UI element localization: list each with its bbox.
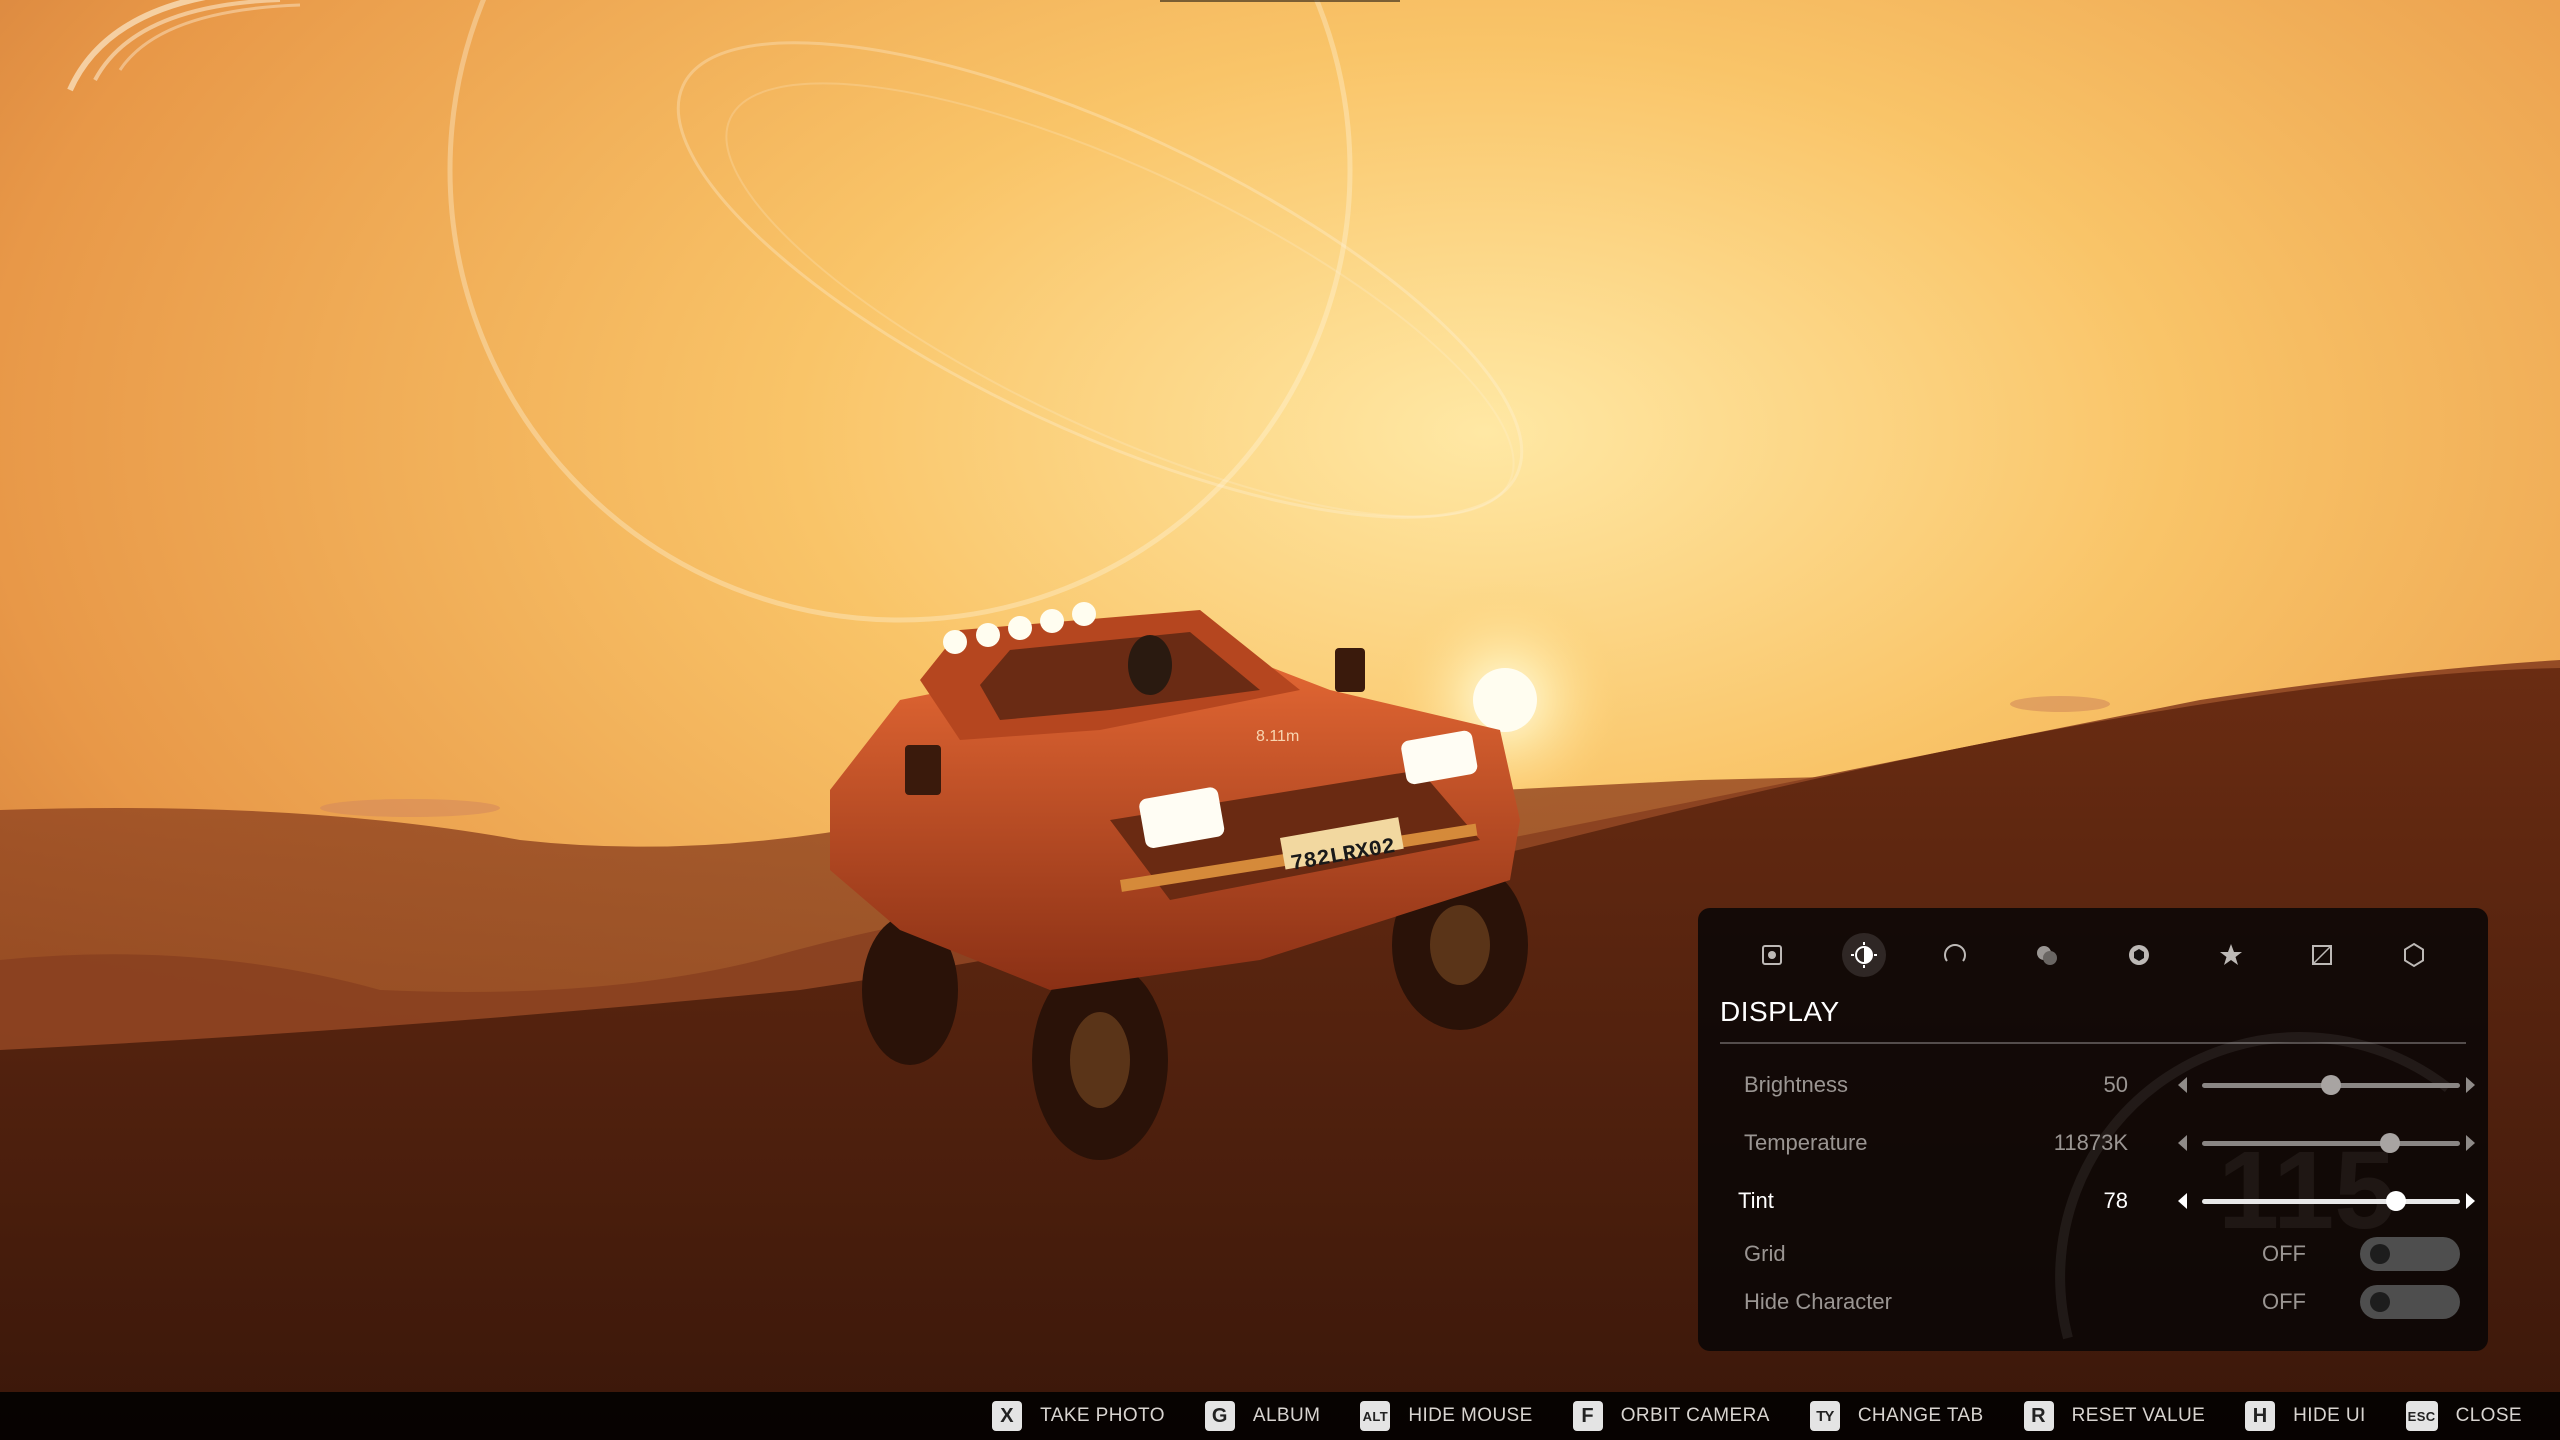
panel-tabs: [1720, 930, 2466, 980]
take-photo-hint[interactable]: X TAKE PHOTO: [992, 1401, 1165, 1431]
temperature-slider[interactable]: [2202, 1133, 2460, 1153]
distance-readout: 8.11m: [1256, 728, 1300, 745]
brightness-slider[interactable]: [2202, 1075, 2460, 1095]
aperture-icon: [2128, 945, 2149, 965]
tab-stickers[interactable]: [2209, 933, 2253, 977]
album-label: ALBUM: [1252, 1405, 1321, 1426]
tab-camera[interactable]: [1750, 933, 1794, 977]
temperature-label: Temperature: [1744, 1130, 1868, 1155]
hexagon-icon: [2403, 942, 2424, 968]
grid-value: OFF: [2262, 1241, 2306, 1266]
camera-square-icon: [1762, 945, 1782, 965]
grid-toggle-knob: [2370, 1244, 2390, 1264]
tab-lens[interactable]: [2117, 933, 2161, 977]
hide-ui-hint[interactable]: H HIDE UI: [2245, 1401, 2365, 1431]
temperature-slider-thumb[interactable]: [2380, 1133, 2401, 1153]
temperature-decrease-icon[interactable]: [2178, 1135, 2187, 1151]
hide-character-label: Hide Character: [1744, 1289, 1892, 1314]
change-tab-label: CHANGE TAB: [1857, 1405, 1984, 1426]
tint-slider[interactable]: [2202, 1191, 2460, 1211]
temperature-increase-icon[interactable]: [2466, 1135, 2475, 1151]
brightness-decrease-icon[interactable]: [2178, 1077, 2187, 1093]
grid-row[interactable]: Grid OFF: [1720, 1230, 2466, 1278]
grid-toggle[interactable]: [2360, 1237, 2460, 1271]
tint-row[interactable]: Tint 78: [1720, 1172, 2475, 1230]
top-divider: [1160, 0, 1400, 2]
hide-character-toggle[interactable]: [2360, 1285, 2460, 1319]
key-hints: X TAKE PHOTO G ALBUM ALT HIDE MOUSE F ORBIT …: [992, 1392, 2522, 1440]
hide-ui-label: HIDE UI: [2293, 1405, 2366, 1426]
hide-character-row[interactable]: Hide Character OFF: [1720, 1278, 2466, 1326]
tab-shape[interactable]: [2392, 933, 2436, 977]
change-tab-hint[interactable]: TY CHANGE TAB: [1809, 1401, 1984, 1431]
tint-increase-icon[interactable]: [2466, 1193, 2475, 1209]
orbit-camera-hint[interactable]: F ORBIT CAMERA: [1572, 1401, 1770, 1431]
brightness-increase-icon[interactable]: [2466, 1077, 2475, 1093]
brightness-value: 50: [2103, 1072, 2128, 1097]
hide-character-toggle-knob: [2370, 1292, 2390, 1312]
key-esc: ESC: [2405, 1401, 2438, 1431]
key-alt: ALT: [1360, 1401, 1391, 1431]
close-label: CLOSE: [2455, 1405, 2522, 1426]
close-hint[interactable]: ESC CLOSE: [2405, 1401, 2522, 1431]
orbit-camera-label: ORBIT CAMERA: [1620, 1405, 1770, 1426]
color-blend-icon: [2037, 946, 2058, 965]
album-hint[interactable]: G ALBUM: [1204, 1401, 1321, 1431]
tab-color[interactable]: [2025, 933, 2069, 977]
key-f: F: [1572, 1401, 1603, 1431]
hide-mouse-label: HIDE MOUSE: [1408, 1405, 1533, 1426]
photo-mode-panel: 115 DISPLAY Brightness 50 Temperature 11…: [1698, 908, 2488, 1351]
key-r: R: [2023, 1401, 2054, 1431]
tab-frame[interactable]: [2300, 933, 2344, 977]
panel-title: DISPLAY: [1720, 996, 2466, 1044]
temperature-row[interactable]: Temperature 11873K: [1720, 1114, 2475, 1172]
reset-value-hint[interactable]: R RESET VALUE: [2023, 1401, 2206, 1431]
hide-character-value: OFF: [2262, 1289, 2306, 1314]
star-icon: [2219, 944, 2242, 965]
brightness-slider-thumb[interactable]: [2321, 1075, 2341, 1095]
key-g: G: [1204, 1401, 1235, 1431]
key-ty: TY: [1809, 1401, 1840, 1431]
tab-effects[interactable]: [1933, 933, 1977, 977]
tint-value: 78: [2103, 1188, 2128, 1213]
circle-arc-icon: [1944, 944, 1967, 962]
brightness-label: Brightness: [1744, 1072, 1848, 1097]
temperature-value: 11873K: [2053, 1130, 2128, 1155]
tint-label: Tint: [1738, 1188, 1774, 1213]
reset-value-label: RESET VALUE: [2071, 1405, 2206, 1426]
contrast-icon: [1850, 942, 1877, 968]
tint-slider-thumb[interactable]: [2385, 1191, 2406, 1211]
key-x: X: [992, 1401, 1023, 1431]
tint-decrease-icon[interactable]: [2178, 1193, 2187, 1209]
tab-display[interactable]: [1841, 933, 1886, 977]
controls-bar: X TAKE PHOTO G ALBUM ALT HIDE MOUSE F ORBIT …: [0, 1392, 2560, 1440]
grid-label: Grid: [1744, 1241, 1786, 1266]
key-h: H: [2245, 1401, 2276, 1431]
hide-mouse-hint[interactable]: ALT HIDE MOUSE: [1360, 1401, 1532, 1431]
brightness-row[interactable]: Brightness 50: [1720, 1056, 2475, 1114]
frame-corner-icon: [2312, 945, 2333, 965]
take-photo-label: TAKE PHOTO: [1040, 1405, 1165, 1426]
